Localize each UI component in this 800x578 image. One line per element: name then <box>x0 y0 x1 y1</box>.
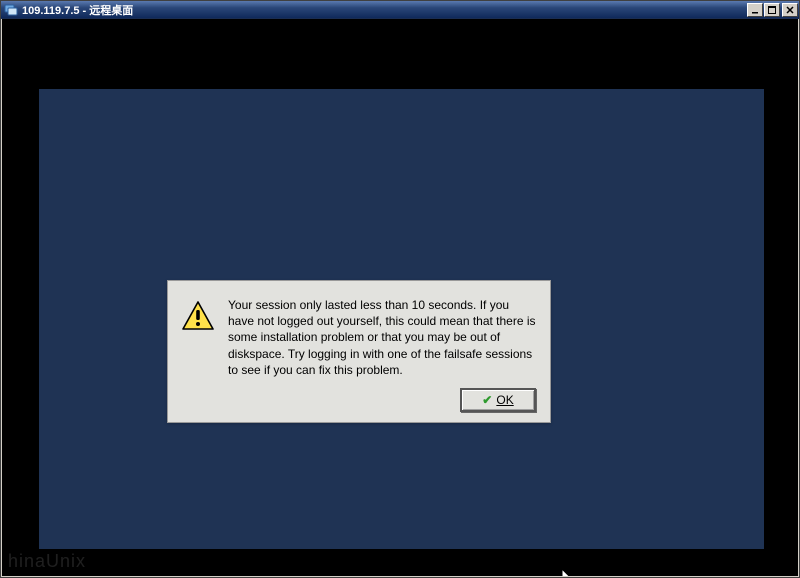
warning-icon <box>182 301 214 331</box>
remote-viewport: Your session only lasted less than 10 se… <box>1 19 799 577</box>
window-title: 109.119.7.5 - 远程桌面 <box>22 2 746 18</box>
titlebar[interactable]: 109.119.7.5 - 远程桌面 <box>1 1 799 19</box>
cursor-icon <box>562 569 576 577</box>
check-icon: ✔ <box>482 393 492 407</box>
maximize-button[interactable] <box>764 3 780 17</box>
rdp-icon <box>4 3 18 17</box>
minimize-button[interactable] <box>747 3 763 17</box>
dialog-body: Your session only lasted less than 10 se… <box>182 297 536 378</box>
dialog-message: Your session only lasted less than 10 se… <box>228 297 536 378</box>
watermark: hinaUnix <box>8 551 86 572</box>
rdp-window: 109.119.7.5 - 远程桌面 <box>0 0 800 578</box>
close-button[interactable] <box>782 3 798 17</box>
ok-button[interactable]: ✔ OK <box>460 388 536 412</box>
session-error-dialog: Your session only lasted less than 10 se… <box>167 280 551 423</box>
window-controls <box>746 3 798 17</box>
ok-button-label: OK <box>496 393 513 407</box>
dialog-buttons: ✔ OK <box>182 388 536 412</box>
